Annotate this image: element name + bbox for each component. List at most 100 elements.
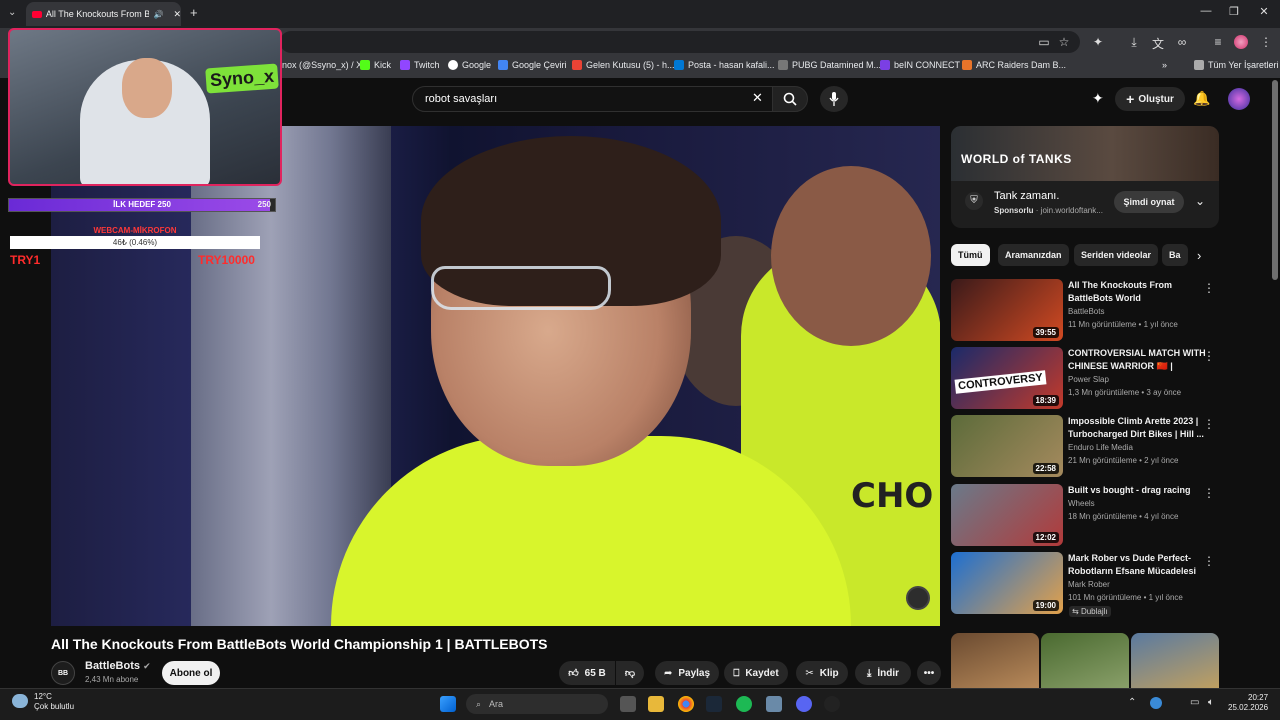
steam-icon[interactable]: [706, 696, 722, 712]
chip-all[interactable]: Tümü: [951, 244, 990, 266]
sponsored-ad-card[interactable]: WORLD of TANKS ⛨ Tank zamanı. Sponsorlu …: [951, 126, 1219, 228]
share-button[interactable]: ➦ Paylaş: [655, 661, 719, 685]
more-options-icon[interactable]: ⋮: [1203, 486, 1215, 500]
search-input[interactable]: robot savaşları: [412, 86, 774, 112]
bookmark-item[interactable]: Google Çeviri: [498, 60, 567, 70]
obs-icon[interactable]: [824, 696, 840, 712]
bookmark-item[interactable]: PUBG Datamined M...: [778, 60, 881, 70]
video-thumbnail[interactable]: 39:55: [951, 279, 1063, 341]
clear-search-icon[interactable]: ✕: [752, 90, 763, 106]
video-thumbnail[interactable]: CONTROVERSY 18:39: [951, 347, 1063, 409]
more-options-icon[interactable]: ⋮: [1203, 417, 1215, 431]
ad-expand-chevron-icon[interactable]: ⌄: [1195, 194, 1205, 208]
create-button[interactable]: + Oluştur: [1115, 87, 1185, 111]
more-actions-button[interactable]: •••: [917, 661, 941, 685]
page-scrollbar[interactable]: [1272, 80, 1278, 280]
bookmark-item[interactable]: Posta - hasan kafali...: [674, 60, 775, 70]
tray-chevron-icon[interactable]: ⌃: [1128, 697, 1136, 708]
bookmark-item[interactable]: Twitch: [400, 60, 440, 70]
recommended-video[interactable]: 12:02 Built vs bought - drag racing Wheels…: [951, 484, 1219, 548]
channel-name-text: Enduro Life Media: [1068, 443, 1133, 452]
video-thumbnail[interactable]: 22:58: [951, 415, 1063, 477]
address-bar[interactable]: [280, 31, 1080, 53]
media-controls-icon[interactable]: ≡: [1210, 35, 1226, 49]
bookmark-item[interactable]: ARC Raiders Dam B...: [962, 60, 1066, 70]
bookmark-item[interactable]: Tüm Yer İşaretleri: [1194, 60, 1279, 70]
channel-watermark-icon[interactable]: [906, 586, 930, 610]
webcam-goal-progress: 46₺ (0.46%): [10, 236, 260, 249]
bookmark-item[interactable]: Google: [448, 60, 491, 70]
maximize-button[interactable]: ❐: [1224, 5, 1244, 18]
close-window-button[interactable]: ✕: [1254, 5, 1274, 18]
video-thumbnail[interactable]: 19:00: [951, 552, 1063, 614]
chip-from-series[interactable]: Seriden videolar: [1074, 244, 1159, 266]
recommended-video[interactable]: CONTROVERSY 18:39 CONTROVERSIAL MATCH WITH…: [951, 347, 1219, 411]
recommended-video[interactable]: 22:58 Impossible Climb Arette 2023 | Turb…: [951, 415, 1219, 479]
task-view-icon[interactable]: [620, 696, 636, 712]
browser-menu-icon[interactable]: ⋮: [1258, 35, 1274, 49]
voice-search-button[interactable]: [820, 86, 848, 112]
more-options-icon[interactable]: ⋮: [1203, 281, 1215, 295]
chip-from-search[interactable]: Aramanızdan: [998, 244, 1069, 266]
video-duration: 22:58: [1032, 463, 1059, 474]
account-avatar[interactable]: [1228, 88, 1250, 110]
profile-avatar[interactable]: [1234, 35, 1248, 49]
volume-icon[interactable]: 🔈︎: [1208, 697, 1214, 708]
network-app-icon[interactable]: [766, 696, 782, 712]
weather-widget[interactable]: 12°C Çok bulutlu: [12, 692, 74, 712]
bookmark-label: ARC Raiders Dam B...: [976, 60, 1067, 70]
taskbar-search[interactable]: ⌕ Ara: [466, 694, 608, 714]
link-icon[interactable]: ∞: [1174, 35, 1190, 49]
notifications-bell-icon[interactable]: 🔔: [1193, 90, 1210, 107]
save-button[interactable]: ⎕ Kaydet: [724, 661, 788, 685]
download-button[interactable]: ⤓ İndir: [855, 661, 911, 685]
bookmark-item[interactable]: Kick: [360, 60, 391, 70]
install-app-icon[interactable]: ▭: [1036, 35, 1052, 49]
ad-play-now-button[interactable]: Şimdi oynat: [1114, 191, 1184, 213]
recommended-video[interactable]: 39:55 All The Knockouts From BattleBots W…: [951, 279, 1219, 343]
chrome-icon[interactable]: [678, 696, 694, 712]
search-button[interactable]: [772, 86, 808, 112]
recommended-video[interactable]: 19:00 Mark Rober vs Dude Perfect- Robotla…: [951, 552, 1219, 617]
bookmark-item[interactable]: Gelen Kutusu (5) - h...: [572, 60, 675, 70]
subscribe-button[interactable]: Abone ol: [162, 661, 220, 685]
discord-icon[interactable]: [796, 696, 812, 712]
tab-audio-icon[interactable]: 🔊: [153, 10, 163, 19]
video-title: Built vs bought - drag racing: [1068, 485, 1191, 495]
ai-sparkle-icon[interactable]: ✦: [1092, 90, 1104, 107]
bookmark-item[interactable]: beIN CONNECT: [880, 60, 960, 70]
more-options-icon[interactable]: ⋮: [1203, 349, 1215, 363]
channel-avatar[interactable]: BB: [51, 661, 75, 685]
browser-tab[interactable]: All The Knockouts From BattleBots World …: [26, 2, 181, 26]
video-thumbnail[interactable]: 12:02: [951, 484, 1063, 546]
bookmark-item[interactable]: nox (@Ssyno_x) / X: [282, 60, 362, 70]
clip-button[interactable]: ✂ Klip: [796, 661, 848, 685]
short-thumbnail[interactable]: [1131, 633, 1219, 689]
more-options-icon[interactable]: ⋮: [1203, 554, 1215, 568]
new-tab-button[interactable]: +: [190, 5, 198, 20]
scissors-icon: ✂: [805, 667, 814, 679]
short-thumbnail[interactable]: [1041, 633, 1129, 689]
translate-icon[interactable]: 文: [1150, 35, 1166, 52]
dislike-button[interactable]: 👎︎: [616, 661, 644, 685]
extensions-icon[interactable]: ✦: [1090, 35, 1106, 49]
tab-list-chevron-icon[interactable]: ⌄: [8, 7, 16, 18]
tray-app-icon[interactable]: [1150, 697, 1162, 709]
network-icon[interactable]: ▭: [1190, 697, 1199, 708]
bookmark-label: Posta - hasan kafali...: [688, 60, 775, 70]
short-thumbnail[interactable]: [951, 633, 1039, 689]
bookmark-star-icon[interactable]: ☆: [1056, 35, 1072, 49]
like-button[interactable]: 👍︎ 65 B: [559, 661, 615, 685]
file-explorer-icon[interactable]: [648, 696, 664, 712]
bookmarks-overflow-icon[interactable]: »: [1162, 60, 1167, 70]
channel-name[interactable]: BattleBots ✔: [85, 660, 151, 672]
spotify-icon[interactable]: [736, 696, 752, 712]
chips-next-chevron-icon[interactable]: ›: [1197, 248, 1201, 263]
tab-close-icon[interactable]: ✕: [173, 9, 181, 20]
save-label: Kaydet: [745, 667, 779, 679]
start-menu-icon[interactable]: [440, 696, 456, 712]
downloads-icon[interactable]: ⤓: [1126, 35, 1142, 50]
system-clock[interactable]: 20:27 25.02.2026: [1228, 693, 1268, 713]
minimize-button[interactable]: —: [1196, 5, 1216, 17]
chip-truncated[interactable]: Ba: [1162, 244, 1188, 266]
